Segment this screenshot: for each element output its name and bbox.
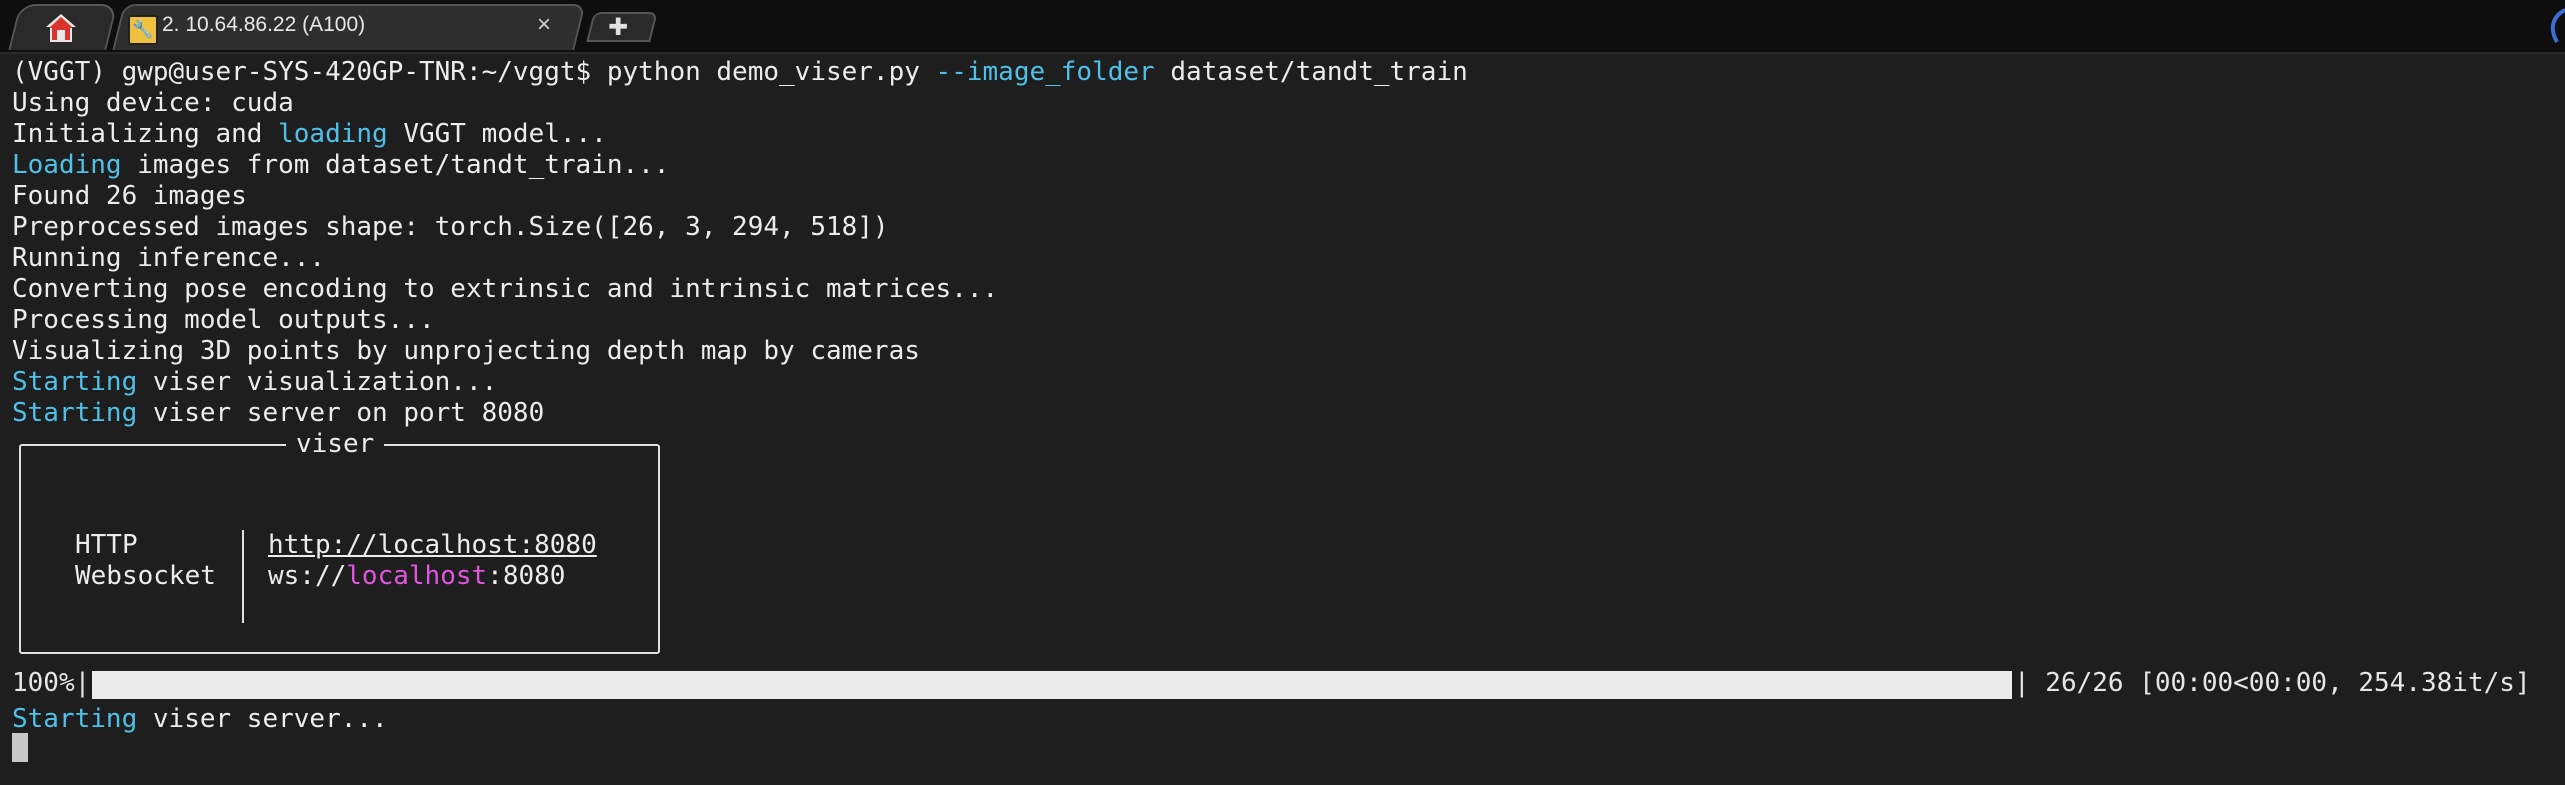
terminal-line-start-vis: Starting viser visualization...: [12, 367, 498, 397]
terminal-line-loading: Loading images from dataset/tandt_train.…: [12, 150, 670, 180]
websocket-label: Websocket: [75, 561, 216, 591]
home-icon[interactable]: [44, 12, 78, 44]
progress-bar: [92, 671, 2012, 699]
wrench-icon: 🔧: [128, 15, 158, 45]
plus-icon[interactable]: ✚: [608, 11, 628, 43]
terminal-line-final: Starting viser server...: [12, 704, 388, 734]
progress-percent: 100%|: [12, 668, 91, 698]
terminal-line-init: Initializing and loading VGGT model...: [12, 119, 607, 149]
terminal-line-prompt: (VGGT) gwp@user-SYS-420GP-TNR:~/vggt$ py…: [12, 57, 1468, 87]
websocket-url: ws://localhost:8080: [268, 561, 566, 591]
terminal-line-visualizing: Visualizing 3D points by unprojecting de…: [12, 336, 920, 366]
progress-bar-fill: [92, 671, 2012, 699]
app-logo-icon: [2550, 8, 2565, 43]
viser-box-divider: [242, 530, 244, 623]
http-label: HTTP: [75, 530, 138, 560]
session-tab-title: 2. 10.64.86.22 (A100): [162, 13, 366, 36]
terminal-line-shape: Preprocessed images shape: torch.Size([2…: [12, 212, 889, 242]
http-url-link[interactable]: http://localhost:8080: [268, 530, 597, 561]
terminal-output[interactable]: (VGGT) gwp@user-SYS-420GP-TNR:~/vggt$ py…: [0, 54, 2565, 785]
terminal-cursor: [12, 733, 28, 762]
viser-box-title: viser: [286, 429, 385, 460]
terminal-line-start-server-port: Starting viser server on port 8080: [12, 398, 545, 428]
tab-bar: 🔧 2. 10.64.86.22 (A100) × ✚: [0, 0, 2565, 54]
close-icon[interactable]: ×: [537, 12, 551, 38]
progress-stats: | 26/26 [00:00<00:00, 254.38it/s]: [2014, 668, 2531, 698]
terminal-line-inference: Running inference...: [12, 243, 326, 273]
terminal-line-device: Using device: cuda: [12, 88, 294, 118]
terminal-line-found: Found 26 images: [12, 181, 247, 211]
terminal-line-outputs: Processing model outputs...: [12, 305, 435, 335]
terminal-line-pose: Converting pose encoding to extrinsic an…: [12, 274, 999, 304]
